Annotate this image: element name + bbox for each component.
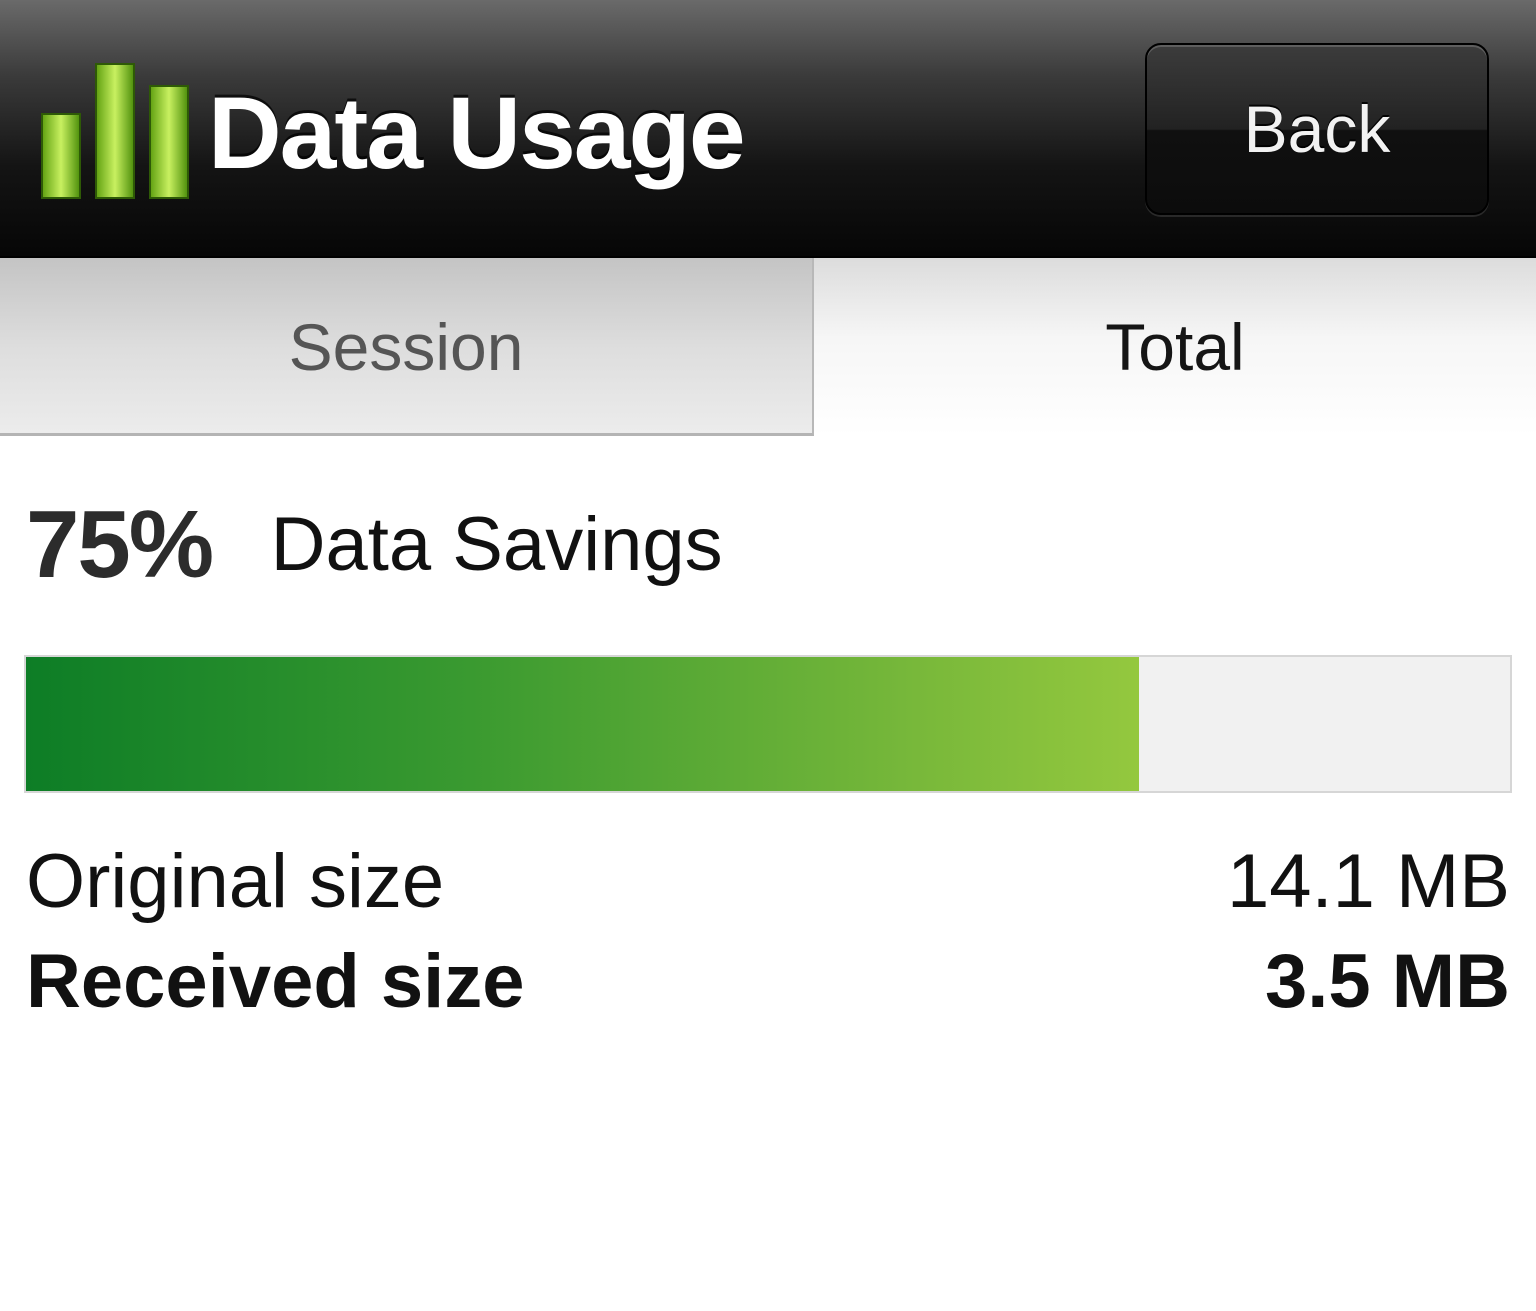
- savings-progress-bar: [24, 655, 1512, 793]
- original-size-row: Original size 14.1 MB: [26, 832, 1510, 932]
- page-title: Data Usage: [208, 76, 746, 190]
- back-button[interactable]: Back: [1145, 43, 1489, 215]
- received-size-value: 3.5 MB: [1265, 939, 1510, 1024]
- savings-label: Data Savings: [270, 502, 723, 587]
- bar-chart-icon: [41, 63, 189, 199]
- original-size-value: 14.1 MB: [1226, 839, 1510, 924]
- data-savings-summary: 75% Data Savings: [26, 490, 723, 600]
- app-header: Data Usage Back: [0, 0, 1536, 258]
- tab-session[interactable]: Session: [0, 258, 814, 436]
- savings-percent: 75%: [26, 491, 214, 598]
- received-size-row: Received size 3.5 MB: [26, 932, 1510, 1032]
- received-size-label: Received size: [26, 939, 525, 1024]
- savings-progress-fill: [26, 657, 1139, 791]
- original-size-label: Original size: [26, 839, 445, 924]
- tab-total[interactable]: Total: [814, 258, 1536, 436]
